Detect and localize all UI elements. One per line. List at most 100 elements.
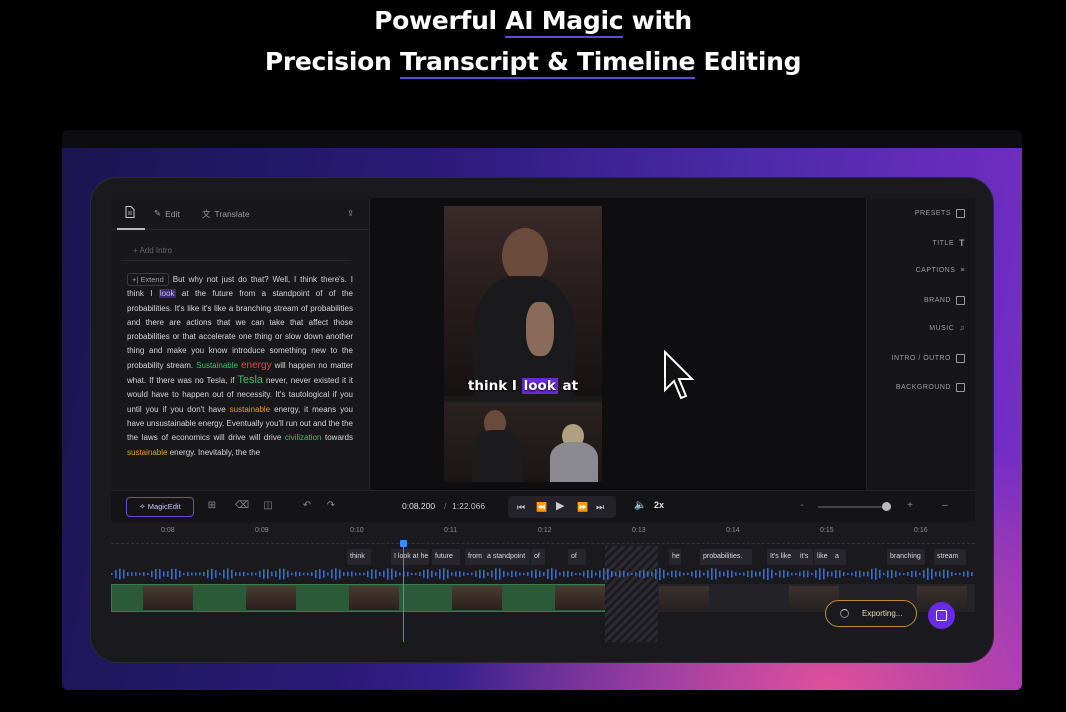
tab-translate[interactable]: ⽂ Translate bbox=[202, 208, 250, 220]
waveform-bar bbox=[859, 570, 861, 578]
intro-outro-button[interactable]: INTRO / OUTRO bbox=[892, 354, 965, 363]
split-icon[interactable]: ◫ bbox=[263, 501, 273, 511]
waveform-bar bbox=[795, 572, 797, 576]
word-chip[interactable]: a standpoint bbox=[484, 549, 530, 565]
headline-highlight-transcript-timeline: Transcript & Timeline bbox=[399, 47, 695, 79]
waveform-bar bbox=[195, 572, 197, 576]
waveform-bar bbox=[155, 568, 157, 580]
waveform-bar bbox=[191, 572, 193, 576]
video-frame[interactable]: think I look at bbox=[444, 206, 602, 482]
word-chip[interactable]: probabilities. bbox=[700, 549, 752, 565]
waveform-bar bbox=[707, 570, 709, 578]
zoom-in-icon[interactable]: + bbox=[905, 501, 915, 511]
zoom-slider[interactable] bbox=[818, 506, 890, 508]
waveform-bar bbox=[695, 570, 697, 578]
presets-icon bbox=[956, 209, 965, 218]
waveform-bar bbox=[183, 572, 185, 576]
document-icon[interactable] bbox=[125, 206, 135, 218]
clip-thumbnail bbox=[452, 586, 502, 610]
brand-button[interactable]: BRAND bbox=[924, 296, 965, 305]
word-chip[interactable]: think bbox=[347, 549, 371, 565]
skip-end-icon[interactable]: ⏭ bbox=[596, 501, 604, 513]
waveform-bar bbox=[267, 569, 269, 579]
waveform-bar bbox=[303, 572, 305, 576]
waveform-bar bbox=[563, 571, 565, 577]
music-button[interactable]: MUSIC ♫ bbox=[929, 325, 965, 332]
timeline[interactable]: 0:08 0:09 0:10 0:11 0:12 0:13 0:14 0:15 … bbox=[111, 522, 975, 642]
word-chip[interactable]: of bbox=[531, 549, 545, 565]
waveform-bar bbox=[331, 569, 333, 579]
exporting-status-button[interactable]: Exporting... bbox=[825, 600, 917, 627]
waveform-bar bbox=[423, 570, 425, 578]
word-chip[interactable]: of bbox=[568, 549, 586, 565]
collapse-icon[interactable]: – bbox=[940, 501, 950, 511]
waveform-bar bbox=[551, 568, 553, 580]
word-chip[interactable]: a bbox=[832, 549, 846, 565]
video-icon bbox=[956, 354, 965, 363]
extend-button[interactable]: +| Extend bbox=[127, 273, 169, 286]
captions-button[interactable]: CAPTIONS ≡ bbox=[916, 267, 965, 274]
waveform-bar bbox=[179, 570, 181, 578]
video-preview[interactable]: think I look at bbox=[370, 198, 866, 490]
magic-edit-button[interactable]: ✧ MagicEdit bbox=[126, 497, 194, 517]
eraser-icon[interactable]: ⌫ bbox=[235, 501, 249, 511]
word-chip[interactable]: stream bbox=[934, 549, 966, 565]
waveform-bar bbox=[127, 571, 129, 577]
word-track[interactable]: think I look at he future from a standpo… bbox=[111, 546, 975, 568]
playhead[interactable] bbox=[403, 542, 404, 642]
waveform-bar bbox=[719, 571, 721, 577]
background-button[interactable]: BACKGROUND bbox=[896, 383, 965, 392]
waveform-bar bbox=[791, 572, 793, 576]
waveform-bar bbox=[419, 572, 421, 576]
skip-start-icon[interactable]: ⏮ bbox=[517, 501, 525, 513]
zoom-out-icon[interactable]: - bbox=[797, 501, 807, 511]
waveform-bar bbox=[599, 570, 601, 578]
word-chip[interactable]: he bbox=[669, 549, 681, 565]
rewind-icon[interactable]: ⏪ bbox=[536, 501, 547, 513]
video-caption[interactable]: think I look at bbox=[444, 378, 602, 394]
add-clip-icon[interactable]: ⊞ bbox=[207, 501, 217, 511]
add-intro-button[interactable]: + Add Intro bbox=[121, 241, 351, 261]
waveform-bar bbox=[703, 572, 705, 576]
word-chip[interactable]: future bbox=[432, 549, 460, 565]
zoom-slider-knob[interactable] bbox=[882, 502, 891, 511]
waveform-bar bbox=[159, 569, 161, 579]
title-button[interactable]: TITLE T bbox=[932, 238, 965, 248]
waveform-bar bbox=[531, 570, 533, 578]
word-chip[interactable]: branching bbox=[887, 549, 925, 565]
playback-speed[interactable]: 2x bbox=[654, 500, 664, 510]
word-chip[interactable]: like bbox=[814, 549, 834, 565]
tick-label: 0:13 bbox=[632, 527, 646, 534]
waveform-bar bbox=[255, 572, 257, 576]
tab-edit[interactable]: ✎ Edit bbox=[154, 208, 180, 219]
waveform-bar bbox=[755, 571, 757, 577]
undo-icon[interactable]: ↶ bbox=[302, 501, 312, 511]
waveform-bar bbox=[771, 569, 773, 579]
waveform-bar bbox=[667, 572, 669, 576]
waveform-bar bbox=[455, 571, 457, 577]
chat-button[interactable] bbox=[928, 602, 955, 629]
redo-icon[interactable]: ↷ bbox=[326, 501, 336, 511]
export-share-icon[interactable]: ⇪ bbox=[347, 208, 354, 219]
waveform-bar bbox=[723, 571, 725, 577]
highlighted-word[interactable]: look bbox=[158, 289, 176, 299]
waveform-bar bbox=[507, 572, 509, 576]
waveform-bar bbox=[863, 571, 865, 577]
waveform-bar bbox=[431, 570, 433, 578]
waveform-bar bbox=[803, 570, 805, 578]
waveform-bar bbox=[911, 570, 913, 578]
audio-waveform[interactable] bbox=[111, 566, 975, 582]
transcript-text[interactable]: +| Extend But why not just do that? Well,… bbox=[127, 273, 353, 460]
word-chip[interactable]: It's like bbox=[767, 549, 797, 565]
presets-button[interactable]: PRESETS bbox=[915, 209, 965, 218]
waveform-bar bbox=[163, 571, 165, 577]
word-chip[interactable]: it's bbox=[797, 549, 813, 565]
waveform-bar bbox=[203, 571, 205, 577]
timeline-ruler[interactable]: 0:08 0:09 0:10 0:11 0:12 0:13 0:14 0:15 … bbox=[111, 522, 975, 544]
waveform-bar bbox=[247, 572, 249, 576]
word-chip[interactable]: I look at he bbox=[391, 549, 429, 565]
play-icon[interactable]: ▶ bbox=[556, 500, 564, 512]
volume-icon[interactable]: 🔈 bbox=[634, 501, 646, 511]
waveform-bar bbox=[955, 572, 957, 576]
fast-forward-icon[interactable]: ⏩ bbox=[577, 501, 588, 513]
